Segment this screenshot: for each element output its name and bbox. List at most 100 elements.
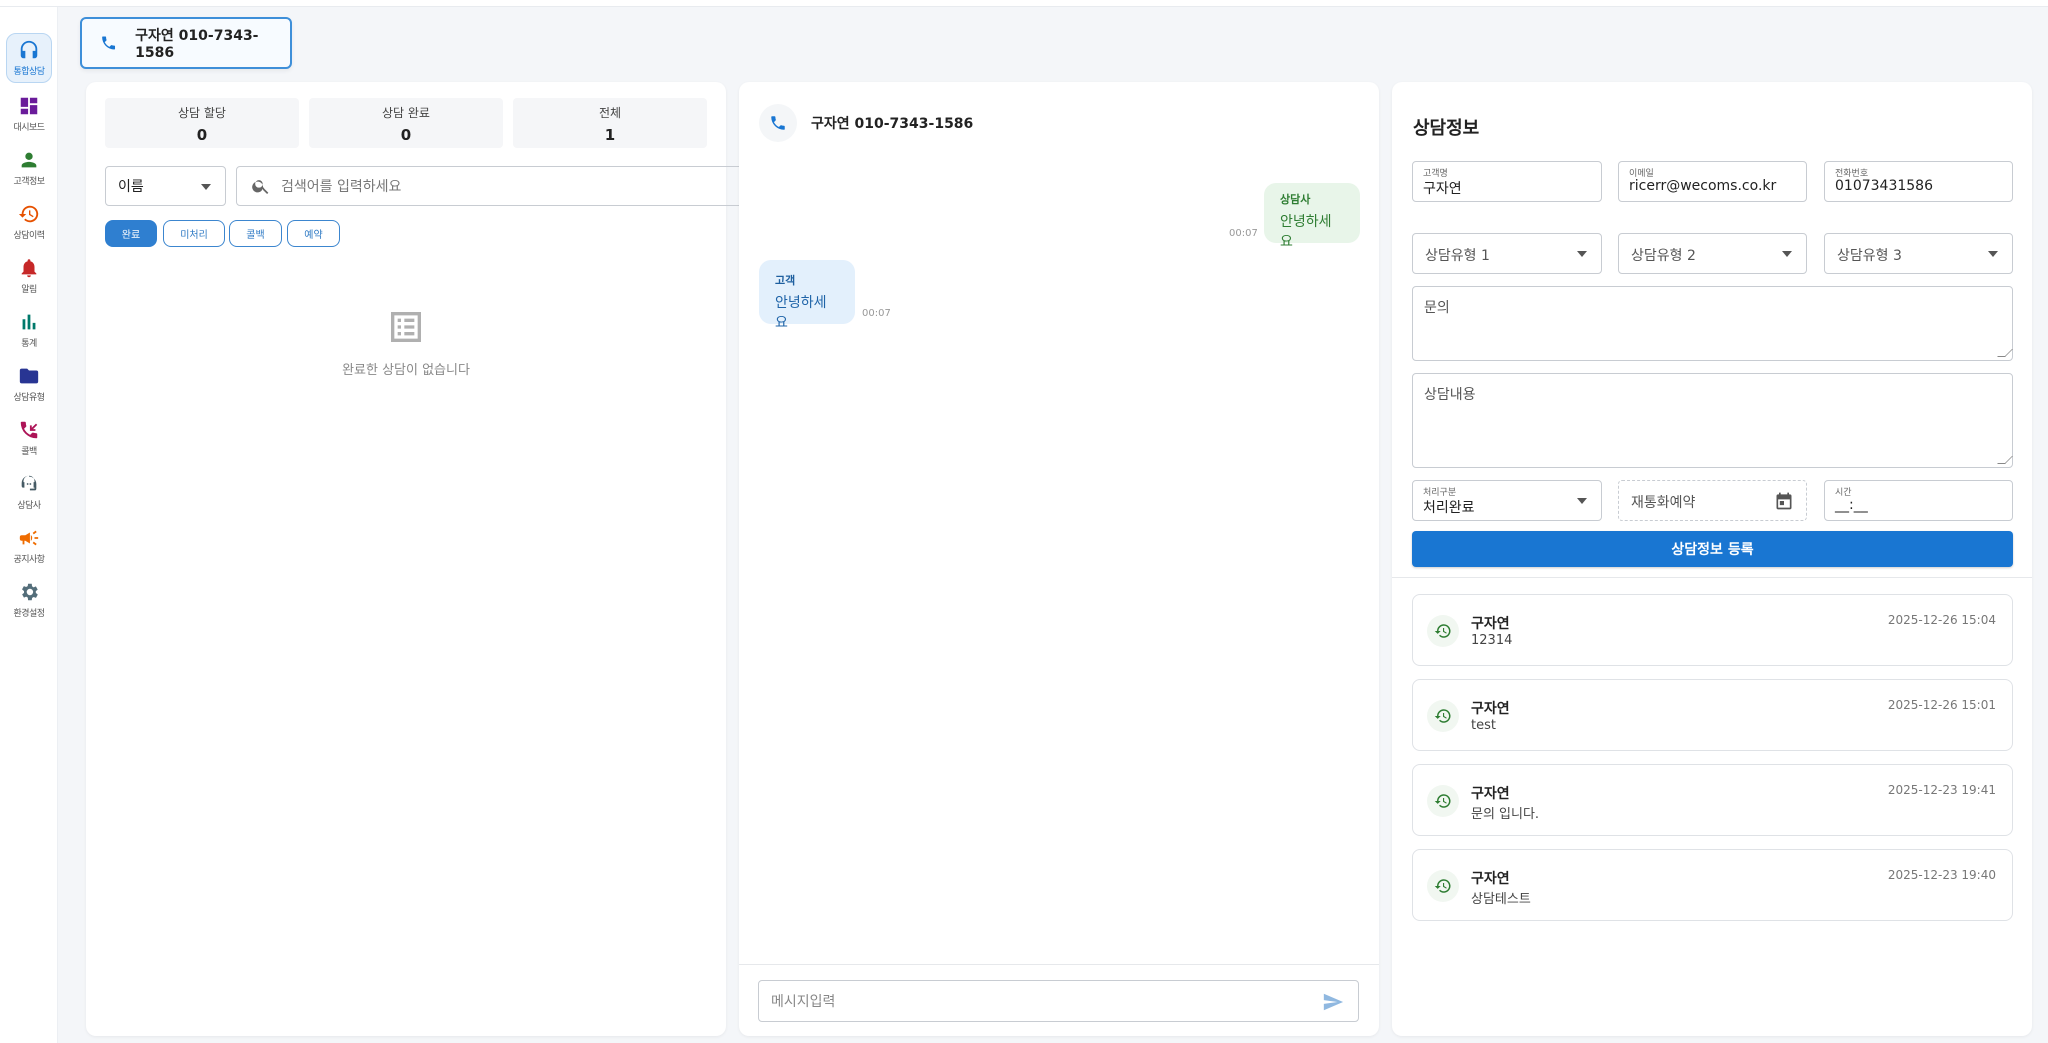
consult-type-1-select[interactable]: 상담유형 1 — [1412, 233, 1602, 274]
dashboard-icon — [20, 97, 38, 115]
person-icon — [21, 152, 37, 168]
history-item[interactable]: 구자연 문의 입니다. 2025-12-23 19:41 — [1412, 764, 2013, 836]
nav-item-consult-type[interactable]: 상담유형 — [6, 359, 52, 409]
phone-icon — [102, 36, 116, 50]
nav-label: 공지사항 — [13, 555, 45, 565]
chevron-down-icon — [201, 184, 211, 190]
history-item-icon-wrap — [1427, 785, 1459, 817]
resize-handle[interactable] — [1997, 349, 2013, 357]
nav-item-agents[interactable]: 상담사 — [6, 467, 52, 517]
consult-type-3-select[interactable]: 상담유형 3 — [1824, 233, 2013, 274]
process-status-select[interactable]: 처리구분 처리완료 — [1412, 480, 1602, 521]
stat-total: 전체 1 — [513, 98, 707, 148]
stat-completed: 상담 완료 0 — [309, 98, 503, 148]
divider — [739, 964, 1379, 965]
stat-label: 전체 — [598, 106, 622, 120]
history-date: 2025-12-26 15:01 — [1887, 698, 1996, 712]
message-time: 00:07 — [1229, 228, 1258, 239]
bell-icon — [21, 259, 37, 278]
search-field-select[interactable]: 이름 — [105, 166, 226, 206]
chevron-down-icon — [1577, 251, 1587, 257]
history-item-icon-wrap — [1427, 615, 1459, 647]
consult-content-textarea[interactable]: 상담내용 — [1412, 373, 2013, 468]
nav-item-callback[interactable]: 콜백 — [6, 413, 52, 463]
field-value: ricerr@wecoms.co.kr — [1629, 178, 1777, 194]
history-icon — [1434, 879, 1451, 893]
nav-item-statistics[interactable]: 통계 — [6, 305, 52, 355]
history-content: 12314 — [1471, 633, 1513, 648]
stat-assigned: 상담 할당 0 — [105, 98, 299, 148]
time-field[interactable]: 시간 __:__ — [1824, 480, 2013, 521]
headset-icon — [20, 40, 38, 59]
history-content: 상담테스트 — [1471, 892, 1531, 907]
filter-chip-reservation[interactable]: 예약 — [287, 220, 340, 247]
nav-label: 콜백 — [21, 447, 37, 457]
history-date: 2025-12-26 15:04 — [1887, 613, 1996, 627]
history-date: 2025-12-23 19:41 — [1887, 783, 1996, 797]
nav-label: 상담사 — [17, 501, 41, 511]
bar-chart-icon — [22, 314, 36, 330]
nav-item-integrated-consult[interactable]: 통합상담 — [6, 33, 52, 83]
search-field-value: 이름 — [118, 179, 144, 195]
nav-label: 알림 — [21, 285, 37, 295]
field-placeholder: 재통화예약 — [1631, 495, 1696, 511]
nav-item-consult-history[interactable]: 상담이력 — [6, 197, 52, 247]
stat-label: 상담 할당 — [178, 106, 226, 120]
history-item[interactable]: 구자연 12314 2025-12-26 15:04 — [1412, 594, 2013, 666]
list-icon — [391, 312, 421, 342]
select-placeholder: 상담유형 1 — [1425, 248, 1490, 264]
message-sender: 고객 — [775, 274, 796, 287]
calendar-icon[interactable] — [1774, 491, 1794, 511]
field-value: 구자연 — [1423, 181, 1462, 197]
nav-item-customer-info[interactable]: 고객정보 — [6, 143, 52, 193]
nav-item-dashboard[interactable]: 대시보드 — [6, 89, 52, 139]
phone-icon — [771, 116, 785, 130]
field-value: 처리완료 — [1423, 500, 1475, 516]
nav-item-notices[interactable]: 공지사항 — [6, 521, 52, 571]
empty-state-text: 완료한 상담이 없습니다 — [342, 363, 470, 378]
consult-list-panel: 상담 할당 0 상담 완료 0 전체 1 이름 검색어를 입력하세요 완료 미처… — [86, 82, 838, 1036]
nav-label: 고객정보 — [13, 177, 45, 187]
message-input[interactable]: 메시지입력 — [758, 980, 1359, 1022]
textarea-placeholder: 상담내용 — [1424, 387, 1476, 403]
history-icon — [1434, 624, 1451, 638]
history-item-icon-wrap — [1427, 870, 1459, 902]
recall-date-field[interactable]: 재통화예약 — [1618, 480, 1807, 521]
agent-message-bubble: 상담사 안녕하세요 — [1264, 183, 1360, 250]
active-call-tab[interactable]: 구자연 010-7343-1586 — [80, 17, 292, 69]
phone-field[interactable]: 전화번호 01073431586 — [1824, 161, 2013, 202]
history-item-icon-wrap — [1427, 700, 1459, 732]
consult-info-panel: 상담정보 고객명 구자연 이메일 ricerr@wecoms.co.kr 전화번… — [1392, 82, 2032, 1036]
customer-name-field[interactable]: 고객명 구자연 — [1412, 161, 1602, 202]
nav-label: 환경설정 — [13, 609, 45, 619]
call-tab-label: 구자연 010-7343-1586 — [135, 28, 259, 61]
stat-value: 0 — [196, 126, 208, 144]
email-field[interactable]: 이메일 ricerr@wecoms.co.kr — [1618, 161, 1807, 202]
filter-chip-completed[interactable]: 완료 — [105, 220, 157, 247]
nav-item-alerts[interactable]: 알림 — [6, 251, 52, 301]
message-input-placeholder: 메시지입력 — [771, 994, 836, 1010]
submit-consult-button[interactable]: 상담정보 등록 — [1412, 531, 2013, 567]
nav-item-settings[interactable]: 환경설정 — [6, 575, 52, 625]
history-date: 2025-12-23 19:40 — [1887, 868, 1996, 882]
support-agent-icon — [21, 475, 37, 491]
select-placeholder: 상담유형 2 — [1631, 248, 1696, 264]
gear-icon — [22, 583, 38, 601]
chevron-down-icon — [1988, 251, 1998, 257]
history-name: 구자연 — [1471, 871, 1510, 887]
search-placeholder: 검색어를 입력하세요 — [281, 179, 402, 195]
inquiry-textarea[interactable]: 문의 — [1412, 286, 2013, 361]
history-item[interactable]: 구자연 상담테스트 2025-12-23 19:40 — [1412, 849, 2013, 921]
consult-type-2-select[interactable]: 상담유형 2 — [1618, 233, 1807, 274]
history-name: 구자연 — [1471, 786, 1510, 802]
message-text: 안녕하세요 — [775, 295, 827, 331]
nav-label: 상담이력 — [13, 231, 45, 241]
filter-chip-callback[interactable]: 콜백 — [229, 220, 282, 247]
textarea-placeholder: 문의 — [1424, 300, 1450, 316]
history-item[interactable]: 구자연 test 2025-12-26 15:01 — [1412, 679, 2013, 751]
filter-chip-unprocessed[interactable]: 미처리 — [163, 220, 225, 247]
send-icon[interactable] — [1322, 991, 1344, 1013]
history-name: 구자연 — [1471, 701, 1510, 717]
resize-handle[interactable] — [1997, 456, 2013, 464]
customer-message-bubble: 고객 안녕하세요 — [759, 260, 855, 331]
